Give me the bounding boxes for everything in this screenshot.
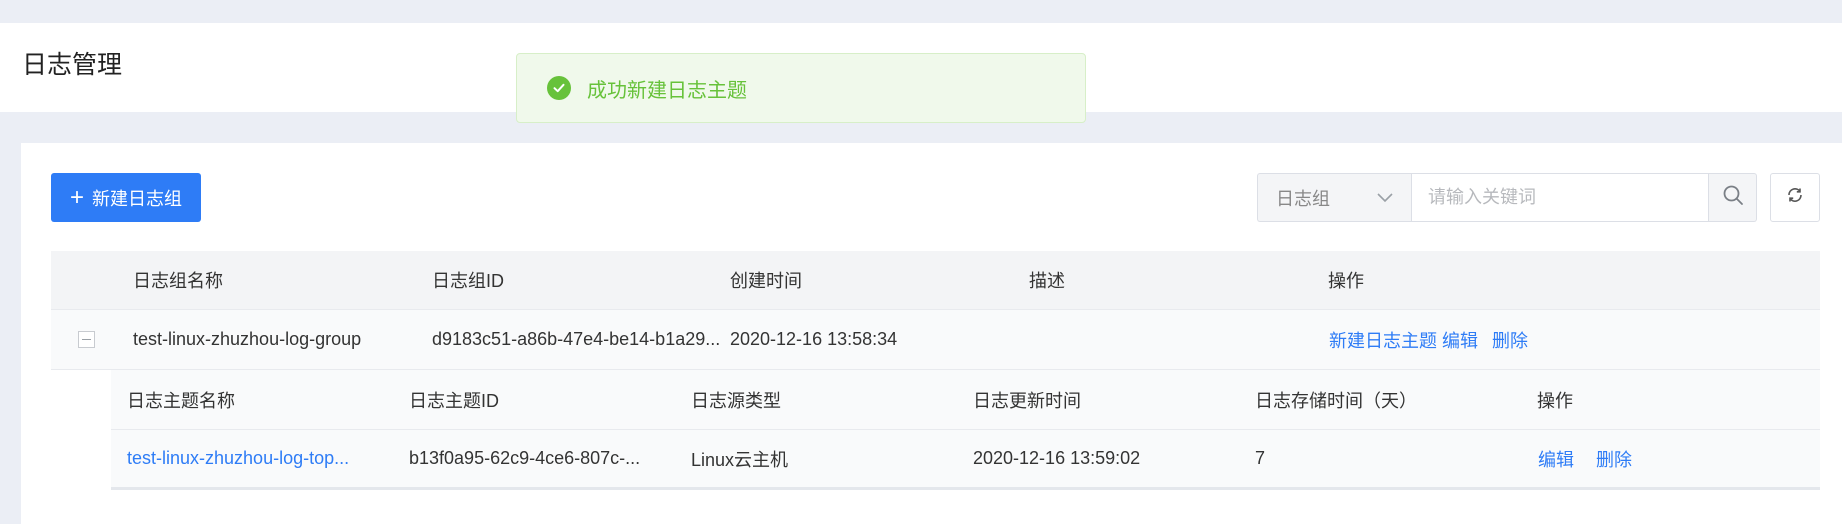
- search-type-select[interactable]: 日志组: [1257, 173, 1411, 222]
- topic-name-link[interactable]: test-linux-zhuzhou-log-top...: [127, 430, 349, 487]
- column-header: 日志更新时间: [973, 390, 1081, 411]
- new-topic-link[interactable]: 新建日志主题: [1329, 310, 1437, 369]
- column-header: 操作: [1537, 390, 1573, 411]
- column-header: 日志存储时间（天）: [1255, 390, 1417, 411]
- subtable-header: 日志主题名称 日志主题ID 日志源类型 日志更新时间 日志存储时间（天） 操作: [111, 370, 1820, 430]
- plus-icon: +: [69, 183, 84, 211]
- toast-message: 成功新建日志主题: [587, 79, 747, 102]
- refresh-button[interactable]: [1770, 173, 1820, 222]
- column-header: 日志主题名称: [127, 390, 235, 411]
- table-row: test-linux-zhuzhou-log-top... b13f0a95-6…: [111, 430, 1820, 490]
- new-log-group-label: 新建日志组: [92, 188, 182, 209]
- success-toast: 成功新建日志主题: [516, 53, 1086, 123]
- search-type-value: 日志组: [1276, 188, 1330, 209]
- topic-id: b13f0a95-62c9-4ce6-807c-...: [409, 448, 641, 468]
- main-panel: + 新建日志组 日志组 日志组名称 日志组ID 创建时间 描述 操作: [21, 143, 1842, 524]
- group-id: d9183c51-a86b-47e4-be14-b1a29...: [432, 329, 721, 349]
- check-circle-icon: [547, 76, 571, 100]
- log-group-table: 日志组名称 日志组ID 创建时间 描述 操作 test-linux-zhuzho…: [51, 251, 1820, 490]
- column-header: 日志主题ID: [409, 390, 499, 411]
- page-title: 日志管理: [22, 51, 123, 79]
- column-header: 日志源类型: [691, 390, 781, 411]
- delete-topic-link[interactable]: 删除: [1596, 430, 1632, 487]
- column-header: 日志组名称: [133, 271, 223, 291]
- topic-source-type: Linux云主机: [691, 449, 789, 470]
- group-name: test-linux-zhuzhou-log-group: [133, 329, 362, 349]
- search-input[interactable]: [1411, 173, 1709, 222]
- table-row: test-linux-zhuzhou-log-group d9183c51-a8…: [51, 310, 1820, 370]
- collapse-row-toggle[interactable]: [78, 331, 95, 348]
- topic-updated-time: 2020-12-16 13:59:02: [973, 448, 1141, 468]
- refresh-icon: [1786, 186, 1804, 209]
- delete-group-link[interactable]: 删除: [1492, 310, 1528, 369]
- group-created-time: 2020-12-16 13:58:34: [730, 329, 898, 349]
- edit-group-link[interactable]: 编辑: [1442, 310, 1478, 369]
- edit-topic-link[interactable]: 编辑: [1538, 430, 1574, 487]
- column-header: 创建时间: [730, 271, 802, 291]
- search-group: 日志组: [1257, 173, 1757, 222]
- topic-retention-days: 7: [1255, 448, 1266, 468]
- table-header: 日志组名称 日志组ID 创建时间 描述 操作: [51, 251, 1820, 310]
- search-button[interactable]: [1709, 173, 1757, 222]
- log-topic-subtable: 日志主题名称 日志主题ID 日志源类型 日志更新时间 日志存储时间（天） 操作 …: [111, 370, 1820, 490]
- column-header: 日志组ID: [432, 271, 504, 291]
- new-log-group-button[interactable]: + 新建日志组: [51, 173, 201, 222]
- column-header: 操作: [1328, 271, 1364, 291]
- chevron-down-icon: [1377, 187, 1393, 208]
- column-header: 描述: [1029, 271, 1065, 291]
- search-icon: [1722, 184, 1744, 211]
